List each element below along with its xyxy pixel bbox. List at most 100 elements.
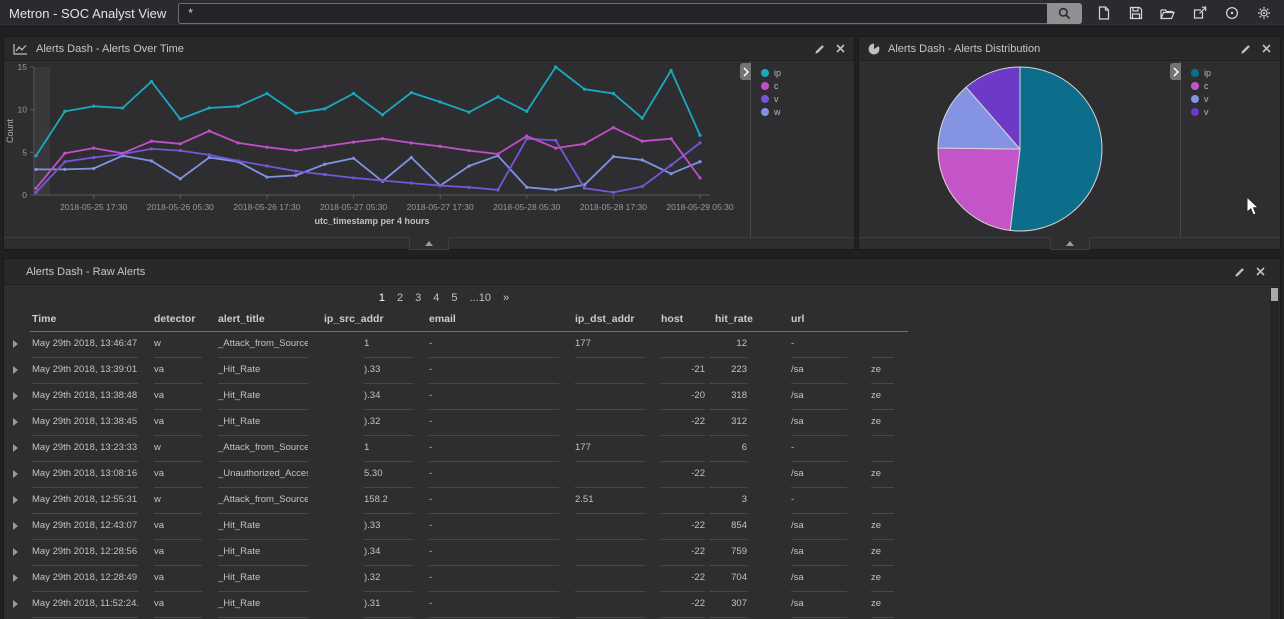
table-cell: ).31 — [322, 592, 427, 618]
table-cell: /sa — [781, 566, 861, 592]
table-cell: /sa — [781, 384, 861, 410]
close-panel-button[interactable] — [836, 44, 845, 53]
pie-chart-area — [859, 61, 1180, 237]
table-row[interactable]: May 29th 2018, 12:43:07.000va_Hit_Rate).… — [4, 514, 908, 540]
expand-caret-icon[interactable] — [13, 522, 18, 530]
expand-cell — [4, 540, 30, 566]
table-cell: 12 — [707, 332, 781, 358]
table-cell — [573, 540, 659, 566]
close-panel-button[interactable] — [1256, 267, 1265, 276]
edit-panel-button[interactable] — [815, 44, 825, 54]
edit-panel-button[interactable] — [1235, 267, 1245, 277]
table-row[interactable]: May 29th 2018, 12:55:31.000w_Attack_from… — [4, 488, 908, 514]
close-panel-button[interactable] — [1262, 44, 1271, 53]
edit-panel-button[interactable] — [1241, 44, 1251, 54]
table-cell: 759 — [707, 540, 781, 566]
table-row[interactable]: May 29th 2018, 13:39:01.000va_Hit_Rate).… — [4, 358, 908, 384]
table-row[interactable]: May 29th 2018, 11:52:24.000va_Hit_Rate).… — [4, 592, 908, 618]
svg-text:2018-05-27 05:30: 2018-05-27 05:30 — [320, 202, 387, 212]
table-cell: _Attack_from_Source — [216, 488, 322, 514]
svg-text:2018-05-28 05:30: 2018-05-28 05:30 — [493, 202, 560, 212]
table-cell: - — [781, 488, 861, 514]
table-cell: 307 — [707, 592, 781, 618]
expand-caret-icon[interactable] — [13, 340, 18, 348]
table-cell: - — [427, 514, 573, 540]
table-cell: _Attack_from_Source — [216, 332, 322, 358]
gear-icon — [1257, 6, 1271, 20]
settings-button[interactable] — [1256, 6, 1271, 21]
legend-item[interactable]: ip — [1191, 66, 1280, 79]
expand-caret-icon[interactable] — [13, 366, 18, 374]
collapse-panel-button[interactable] — [409, 237, 449, 250]
table-cell: /sa — [781, 514, 861, 540]
column-header-ip_dst_addr: ip_dst_addr — [573, 306, 659, 332]
page-button[interactable]: 4 — [433, 292, 439, 304]
new-document-button[interactable] — [1096, 6, 1111, 21]
pie-chart-body: ipcvv — [859, 61, 1280, 237]
clock-button[interactable] — [1224, 6, 1239, 21]
legend-collapse-tab[interactable] — [740, 63, 751, 80]
legend-item[interactable]: w — [761, 105, 854, 118]
page-button[interactable]: » — [503, 292, 509, 304]
line-chart-area: 051015Count2018-05-25 17:302018-05-26 05… — [4, 61, 750, 237]
search-input[interactable] — [178, 3, 1047, 24]
page-button[interactable]: 3 — [415, 292, 421, 304]
table-cell: ).33 — [322, 514, 427, 540]
legend-item[interactable]: c — [1191, 79, 1280, 92]
table-cell: va — [152, 514, 216, 540]
expand-caret-icon[interactable] — [13, 444, 18, 452]
table-cell: May 29th 2018, 13:38:48.000 — [30, 384, 152, 410]
table-cell: ze — [861, 462, 908, 488]
pie-slice[interactable] — [1010, 67, 1102, 231]
collapse-panel-button[interactable] — [1050, 237, 1090, 250]
expand-caret-icon[interactable] — [13, 574, 18, 582]
table-cell: ze — [861, 384, 908, 410]
page-button[interactable]: 1 — [379, 292, 385, 304]
expand-caret-icon[interactable] — [13, 470, 18, 478]
search-button[interactable] — [1047, 3, 1082, 24]
share-button[interactable] — [1192, 6, 1207, 21]
table-cell: - — [427, 410, 573, 436]
table-cell: va — [152, 358, 216, 384]
table-cell: ze — [861, 358, 908, 384]
table-row[interactable]: May 29th 2018, 13:23:33.000w_Attack_from… — [4, 436, 908, 462]
table-cell: _Hit_Rate — [216, 358, 322, 384]
legend-item[interactable]: c — [761, 79, 854, 92]
legend-item[interactable]: v — [761, 92, 854, 105]
table-cell: 177 — [573, 332, 659, 358]
table-cell — [659, 332, 707, 358]
table-row[interactable]: May 29th 2018, 13:46:47.000w_Attack_from… — [4, 332, 908, 358]
table-cell — [573, 592, 659, 618]
table-cell: ze — [861, 514, 908, 540]
expand-caret-icon[interactable] — [13, 496, 18, 504]
expand-caret-icon[interactable] — [13, 600, 18, 608]
vertical-scrollbar[interactable] — [1270, 287, 1279, 619]
scrollbar-thumb[interactable] — [1271, 288, 1278, 301]
search-icon — [1058, 7, 1071, 20]
open-folder-button[interactable] — [1160, 6, 1175, 21]
pencil-icon — [1241, 44, 1251, 54]
legend-item[interactable]: ip — [761, 66, 854, 79]
pie-slice[interactable] — [938, 148, 1020, 230]
page-button[interactable]: ...10 — [470, 292, 491, 304]
legend-item[interactable]: v — [1191, 105, 1280, 118]
table-row[interactable]: May 29th 2018, 13:38:45.000va_Hit_Rate).… — [4, 410, 908, 436]
table-cell: - — [427, 384, 573, 410]
page-button[interactable]: 5 — [451, 292, 457, 304]
table-cell: /sa — [781, 358, 861, 384]
legend-item[interactable]: v — [1191, 92, 1280, 105]
table-row[interactable]: May 29th 2018, 13:38:48.000va_Hit_Rate).… — [4, 384, 908, 410]
panel-raw-alerts: Alerts Dash - Raw Alerts 12345...10» Tim… — [3, 258, 1281, 619]
svg-text:2018-05-26 17:30: 2018-05-26 17:30 — [233, 202, 300, 212]
table-cell: _Hit_Rate — [216, 540, 322, 566]
legend-collapse-tab[interactable] — [1170, 63, 1181, 80]
save-button[interactable] — [1128, 6, 1143, 21]
expand-caret-icon[interactable] — [13, 392, 18, 400]
table-row[interactable]: May 29th 2018, 12:28:49.000va_Hit_Rate).… — [4, 566, 908, 592]
line-chart-legend: ipcvw — [750, 61, 854, 237]
page-button[interactable]: 2 — [397, 292, 403, 304]
expand-caret-icon[interactable] — [13, 548, 18, 556]
expand-caret-icon[interactable] — [13, 418, 18, 426]
table-row[interactable]: May 29th 2018, 12:28:56.000va_Hit_Rate).… — [4, 540, 908, 566]
table-row[interactable]: May 29th 2018, 13:08:16.000va_Unauthoriz… — [4, 462, 908, 488]
